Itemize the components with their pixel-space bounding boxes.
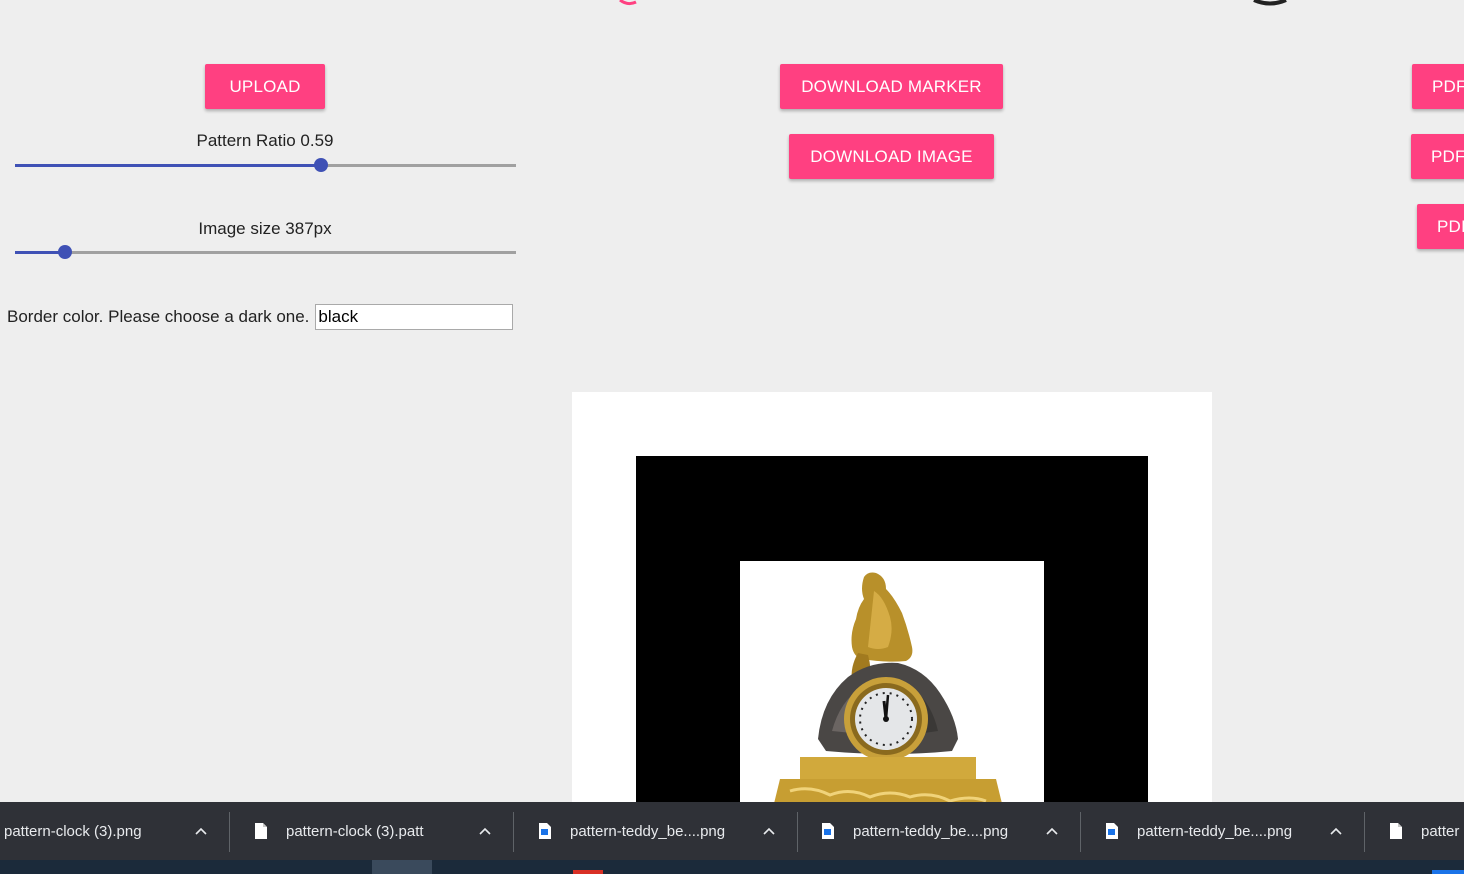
file-icon (255, 823, 267, 839)
download-marker-button[interactable]: DOWNLOAD MARKER (780, 64, 1003, 109)
download-item-name: pattern-teddy_be....png (570, 822, 726, 840)
pattern-ratio-label: Pattern Ratio 0.59 (196, 131, 334, 150)
chevron-up-icon[interactable] (1045, 824, 1059, 838)
pdf-button-2[interactable]: PDF (1411, 134, 1464, 179)
logo-fragment-icon (1253, 0, 1287, 6)
download-item-name: pattern-clock (3).patt (286, 822, 424, 840)
upload-button[interactable]: UPLOAD (205, 64, 325, 109)
taskbar (0, 860, 1464, 874)
pattern-ratio-thumb[interactable] (313, 158, 328, 172)
image-size-label: Image size 387px (198, 219, 332, 238)
divider (1364, 812, 1365, 852)
download-item[interactable]: pattern-clock (3).patt (254, 802, 474, 860)
image-file-icon (539, 823, 551, 839)
pdf-button-3[interactable]: PDI (1417, 204, 1464, 249)
marker-preview (572, 392, 1212, 861)
download-item-name: pattern-teddy_be....png (1137, 822, 1293, 840)
taskbar-icon[interactable] (573, 870, 603, 874)
border-color-label: Border color. Please choose a dark one. (7, 307, 310, 326)
image-file-icon (822, 823, 834, 839)
pattern-ratio-slider[interactable] (15, 158, 516, 172)
chevron-up-icon[interactable] (478, 824, 492, 838)
pdf-button-1[interactable]: PDF (1412, 64, 1464, 109)
download-image-button[interactable]: DOWNLOAD IMAGE (789, 134, 994, 179)
border-color-input[interactable] (315, 304, 514, 330)
taskbar-active-app[interactable] (372, 860, 432, 874)
downloads-bar: pattern-clock (3).png pattern-clock (3).… (0, 802, 1464, 860)
chevron-up-icon[interactable] (762, 824, 776, 838)
download-item[interactable]: patter (1389, 802, 1464, 860)
divider (229, 812, 230, 852)
download-item[interactable]: pattern-clock (3).png (4, 802, 224, 860)
pattern-ratio-fill (15, 164, 321, 167)
divider (513, 812, 514, 852)
file-icon (1390, 823, 1402, 839)
download-item[interactable]: pattern-teddy_be....png (538, 802, 758, 860)
download-item[interactable]: pattern-teddy_be....png (821, 802, 1041, 860)
pdf-button-2-label: PDF (1431, 146, 1464, 166)
marker-border (636, 456, 1148, 861)
chevron-up-icon[interactable] (1329, 824, 1343, 838)
title-fragment-icon (619, 0, 637, 6)
image-size-thumb[interactable] (58, 245, 73, 259)
taskbar-icon[interactable] (1432, 870, 1464, 874)
download-item-name: patter (1421, 822, 1460, 840)
download-item-name: pattern-clock (3).png (4, 822, 142, 840)
pdf-button-3-label: PDI (1437, 216, 1464, 236)
pdf-button-1-label: PDF (1432, 76, 1464, 96)
chevron-up-icon[interactable] (194, 824, 208, 838)
divider (797, 812, 798, 852)
divider (1080, 812, 1081, 852)
download-item[interactable]: pattern-teddy_be....png (1105, 802, 1325, 860)
download-item-name: pattern-teddy_be....png (853, 822, 1009, 840)
image-size-slider[interactable] (15, 245, 516, 259)
image-file-icon (1106, 823, 1118, 839)
border-color-row: Border color. Please choose a dark one. (7, 304, 514, 330)
